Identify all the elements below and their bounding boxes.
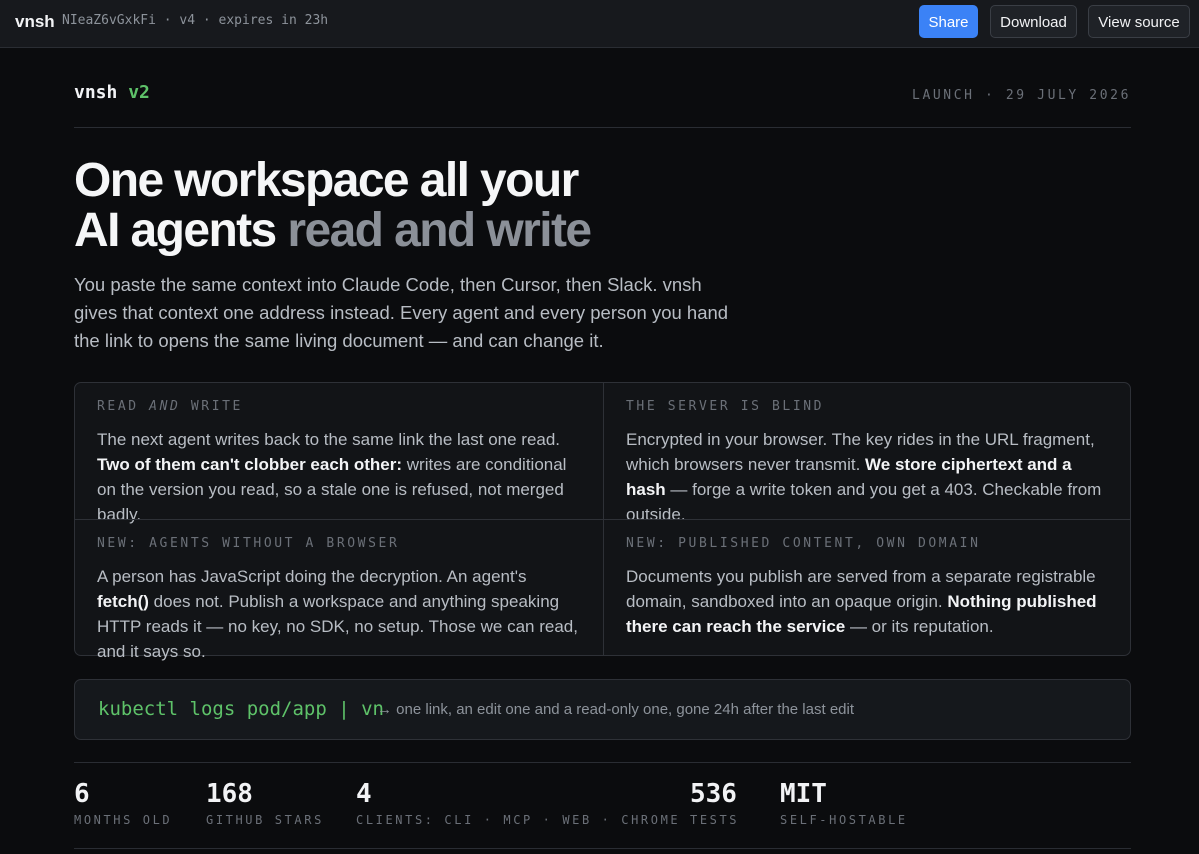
stat-value: 6 xyxy=(74,779,90,809)
stat-label: TESTS xyxy=(690,813,740,827)
doc-logo-version: v2 xyxy=(128,82,150,103)
headline-line-2a: AI agents xyxy=(74,204,288,257)
command-example: kubectl logs pod/app | vn → one link, an… xyxy=(74,679,1131,740)
stat-label: SELF-HOSTABLE xyxy=(780,813,908,827)
stats-divider xyxy=(74,762,1131,763)
headline: One workspace all your AI agents read and… xyxy=(74,154,592,257)
headline-line-2b: read and write xyxy=(287,204,592,257)
stat-license: MIT SELF-HOSTABLE xyxy=(780,778,908,827)
view-source-button[interactable]: View source xyxy=(1088,5,1190,38)
launch-date: LAUNCH · 29 JULY 2026 xyxy=(912,88,1131,103)
body-text: — or its reputation. xyxy=(845,617,994,636)
doc-logo: vnsh v2 xyxy=(74,82,150,103)
header-divider xyxy=(74,127,1131,128)
kicker-text: WRITE xyxy=(180,399,243,414)
stat-value: MIT xyxy=(780,779,827,809)
bottom-divider xyxy=(74,848,1131,849)
feature-body: Documents you publish are served from a … xyxy=(626,564,1109,639)
doc-logo-name: vnsh xyxy=(74,82,118,103)
feature-body: The next agent writes back to the same l… xyxy=(97,427,581,527)
body-text: does not. Publish a workspace and anythi… xyxy=(97,592,578,661)
stat-value: 4 xyxy=(356,779,372,809)
stat-tests: 536 TESTS xyxy=(690,778,739,827)
share-button[interactable]: Share xyxy=(919,5,978,38)
intro-paragraph: You paste the same context into Claude C… xyxy=(74,274,729,351)
stat-clients: 4 CLIENTS: CLI · MCP · WEB · CHROME xyxy=(356,778,680,827)
feature-card-read-write: READ AND WRITE The next agent writes bac… xyxy=(75,383,603,524)
document-meta: NIeaZ6vGxkFi · v4 · expires in 23h xyxy=(62,13,329,28)
feature-kicker: READ AND WRITE xyxy=(97,399,581,417)
body-text: — forge a write token and you get a 403.… xyxy=(626,480,1102,524)
download-button[interactable]: Download xyxy=(990,5,1077,38)
kicker-text: READ xyxy=(97,399,150,414)
feature-body: Encrypted in your browser. The key rides… xyxy=(626,427,1109,527)
stat-label: GITHUB STARS xyxy=(206,813,324,827)
body-text: The next agent writes back to the same l… xyxy=(97,430,561,449)
command-text: kubectl logs pod/app | vn xyxy=(98,698,384,720)
feature-card-published-content: NEW: PUBLISHED CONTENT, OWN DOMAIN Docum… xyxy=(603,519,1131,655)
stat-value: 536 xyxy=(690,779,737,809)
body-text: A person has JavaScript doing the decryp… xyxy=(97,567,527,586)
feature-body: A person has JavaScript doing the decryp… xyxy=(97,564,581,664)
kicker-emphasis: AND xyxy=(149,399,181,414)
body-emphasis: Two of them can't clobber each other: xyxy=(97,455,403,474)
stat-github-stars: 168 GITHUB STARS xyxy=(206,778,324,827)
stat-label: CLIENTS: CLI · MCP · WEB · CHROME xyxy=(356,813,681,827)
body-emphasis: fetch() xyxy=(97,592,149,611)
stat-value: 168 xyxy=(206,779,253,809)
headline-line-1: One workspace all your xyxy=(74,154,579,207)
app-brand: vnsh xyxy=(15,12,55,31)
feature-kicker: THE SERVER IS BLIND xyxy=(626,399,825,414)
command-note: → one link, an edit one and a read-only … xyxy=(377,701,854,718)
feature-kicker: NEW: AGENTS WITHOUT A BROWSER xyxy=(97,536,400,551)
feature-grid: READ AND WRITE The next agent writes bac… xyxy=(74,382,1131,661)
stat-months-old: 6 MONTHS OLD xyxy=(74,778,172,827)
feature-card-server-blind: THE SERVER IS BLIND Encrypted in your br… xyxy=(603,383,1131,524)
feature-card-agents-without-browser: NEW: AGENTS WITHOUT A BROWSER A person h… xyxy=(75,519,603,661)
stat-label: MONTHS OLD xyxy=(74,813,173,827)
top-bar: vnsh NIeaZ6vGxkFi · v4 · expires in 23h … xyxy=(0,0,1199,48)
feature-kicker: NEW: PUBLISHED CONTENT, OWN DOMAIN xyxy=(626,536,981,551)
